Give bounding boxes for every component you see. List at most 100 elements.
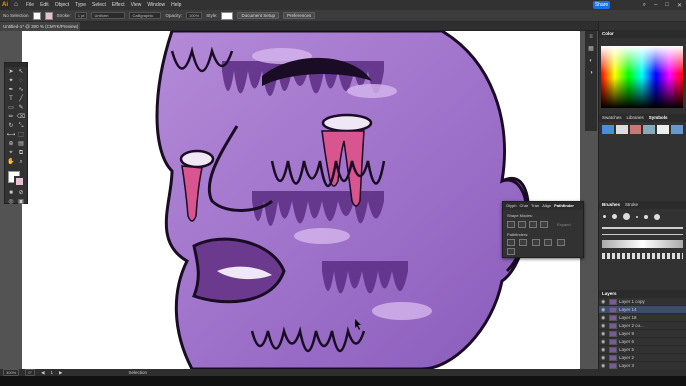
symbol-item[interactable] [615,125,628,134]
layer-row[interactable]: ◉ Layer 6 [599,338,686,346]
symbol-item[interactable] [602,125,614,134]
curvature-tool-icon[interactable]: ∿ [16,86,26,95]
next-artboard-icon[interactable]: ▶ [59,370,62,376]
magic-wand-tool-icon[interactable]: ✦ [6,77,16,86]
brush-tip[interactable] [603,215,606,218]
tab-stroke[interactable]: Stroke [625,201,638,209]
menu-effect[interactable]: Effect [109,2,128,8]
direct-selection-tool-icon[interactable]: ↖ [16,68,26,77]
zoom-level[interactable]: 300% [3,369,20,376]
fill-stroke-swatches[interactable] [5,170,27,188]
minus-front-icon[interactable] [518,221,526,228]
artboard[interactable] [22,31,580,369]
layer-row[interactable]: ◉ Layer 2 co... [599,322,686,330]
menu-window[interactable]: Window [144,2,168,8]
free-transform-tool-icon[interactable]: ⬚ [16,131,26,140]
line-tool-icon[interactable]: ╱ [16,95,26,104]
pen-tool-icon[interactable]: ✒ [6,86,16,95]
menu-help[interactable]: Help [168,2,184,8]
rotation-value[interactable]: 0° [25,369,36,376]
fill-swatch[interactable] [32,11,41,20]
share-button[interactable]: Share [593,1,610,9]
layer-row[interactable]: ◉ Layer 1 copy [599,298,686,306]
screen-mode-icon[interactable]: ▣ [16,198,26,207]
zoom-tool-icon[interactable]: ⌕ [16,158,26,167]
tab-transform[interactable]: Tran [531,202,539,210]
symbol-item[interactable] [643,125,656,134]
eraser-tool-icon[interactable]: ⌫ [16,113,26,122]
canvas-area[interactable] [0,31,598,369]
paintbrush-tool-icon[interactable]: ✎ [16,104,26,113]
properties-icon[interactable]: ≡ [585,31,597,43]
none-mode-icon[interactable]: ⊘ [16,189,26,198]
symbol-item[interactable] [671,125,683,134]
merge-icon[interactable] [531,239,540,246]
trim-icon[interactable] [519,239,528,246]
gradient-tool-icon[interactable]: ▤ [16,140,26,149]
color-mode-icon[interactable]: ■ [6,189,16,198]
hand-tool-icon[interactable]: ✋ [6,158,16,167]
stroke-color-swatch[interactable] [14,176,25,187]
brush-tip[interactable] [623,213,630,220]
eyedropper-tool-icon[interactable]: ⌖ [6,149,16,158]
libraries-icon[interactable]: ▦ [585,43,597,55]
brush-stroke-sample[interactable] [602,240,683,248]
tab-character[interactable]: Char [519,202,528,210]
artboard-number[interactable]: 1 [51,370,54,375]
draw-mode-icon[interactable]: ◎ [6,198,16,207]
preferences-button[interactable]: Preferences [283,12,316,19]
pencil-tool-icon[interactable]: ✏ [6,113,16,122]
symbol-item[interactable] [629,125,642,134]
unite-icon[interactable] [507,221,515,228]
brush-dropdown[interactable]: Calligraphic [129,12,162,19]
intersect-icon[interactable] [529,221,537,228]
stroke-weight-dropdown[interactable]: 1 pt [74,12,88,19]
search-icon[interactable]: ⌕ [643,2,646,9]
shape-builder-tool-icon[interactable]: ⊕ [6,140,16,149]
home-icon[interactable]: ⌂ [12,1,20,9]
eye-icon[interactable]: ◉ [601,307,607,313]
brush-stroke-sample[interactable] [602,227,683,229]
color-spectrum[interactable] [601,46,683,108]
eye-icon[interactable]: ◉ [601,363,607,369]
rotate-tool-icon[interactable]: ↻ [6,122,16,131]
lasso-tool-icon[interactable]: ◌ [16,77,26,86]
transparency-icon[interactable]: ◑ [585,67,597,79]
stroke-swatch[interactable] [44,11,53,20]
layer-row[interactable]: ◉ Layer 5 [599,346,686,354]
minimize-icon[interactable]: – [654,2,657,8]
expand-button[interactable]: Expand [557,222,571,227]
tab-swatches[interactable]: Swatches [602,114,622,122]
menu-view[interactable]: View [128,2,145,8]
close-icon[interactable]: ✕ [677,2,682,9]
eye-icon[interactable]: ◉ [601,347,607,353]
document-tab[interactable]: Untitled-1* @ 300 % (CMYK/Preview) [0,22,80,31]
tab-brushes[interactable]: Brushes [602,201,620,209]
minus-back-icon[interactable] [507,248,515,255]
layer-row[interactable]: ◉ Layer 9 [599,330,686,338]
selection-tool-icon[interactable]: ➤ [6,68,16,77]
color-panel-header[interactable]: Color [599,30,686,38]
brush-stroke-sample[interactable] [602,253,683,259]
brush-stroke-sample[interactable] [602,234,683,235]
stroke-profile-dropdown[interactable]: Uniform [91,12,126,19]
rectangle-tool-icon[interactable]: ▭ [6,104,16,113]
menu-select[interactable]: Select [89,2,109,8]
menu-object[interactable]: Object [52,2,72,8]
eye-icon[interactable]: ◉ [601,339,607,345]
tab-libraries[interactable]: Libraries [627,114,644,122]
eye-icon[interactable]: ◉ [601,323,607,329]
eye-icon[interactable]: ◉ [601,355,607,361]
layers-panel-header[interactable]: Layers [599,290,686,298]
color-guide-icon[interactable]: ◐ [585,55,597,67]
eye-icon[interactable]: ◉ [601,299,607,305]
eye-icon[interactable]: ◉ [601,331,607,337]
brush-tip[interactable] [644,214,648,219]
menu-type[interactable]: Type [72,2,89,8]
width-tool-icon[interactable]: ⟷ [6,131,16,140]
brush-tip[interactable] [636,215,638,218]
eye-icon[interactable]: ◉ [601,315,607,321]
type-tool-icon[interactable]: T [6,95,16,104]
menu-edit[interactable]: Edit [37,2,52,8]
divide-icon[interactable] [507,239,515,246]
